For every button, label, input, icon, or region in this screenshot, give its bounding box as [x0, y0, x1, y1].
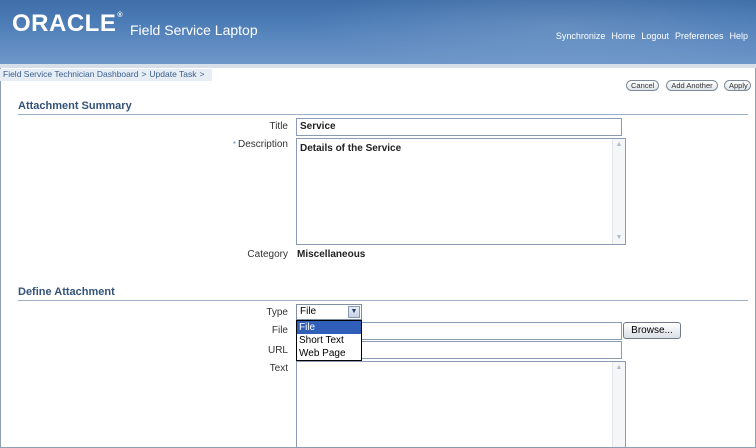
description-textarea[interactable]: Details of the Service ▲ ▼	[296, 138, 626, 245]
breadcrumb: Field Service Technician Dashboard > Updat…	[0, 69, 212, 81]
breadcrumb-dashboard[interactable]: Field Service Technician Dashboard	[3, 69, 138, 79]
apply-button[interactable]: Apply	[724, 80, 751, 91]
description-text: Details of the Service	[300, 143, 402, 154]
logout-link[interactable]: Logout	[641, 31, 669, 41]
text-scrollbar[interactable]: ▲	[612, 362, 625, 447]
breadcrumb-separator: >	[199, 69, 205, 79]
type-select-value: File	[300, 306, 317, 317]
breadcrumb-update-task[interactable]: Update Task	[149, 69, 196, 79]
url-label: URL	[267, 345, 288, 356]
scroll-down-icon[interactable]: ▼	[615, 234, 623, 242]
chevron-down-icon[interactable]: ▼	[348, 306, 360, 318]
type-option-web-page[interactable]: Web Page	[297, 347, 361, 360]
type-dropdown-list: File Short Text Web Page	[296, 320, 362, 361]
scroll-up-icon[interactable]: ▲	[615, 364, 623, 372]
type-option-file[interactable]: File	[297, 321, 361, 334]
title-input[interactable]: Service	[296, 118, 622, 136]
home-link[interactable]: Home	[611, 31, 635, 41]
type-option-short-text[interactable]: Short Text	[297, 334, 361, 347]
text-label: Text	[269, 363, 288, 374]
define-attachment-heading: Define Attachment	[18, 286, 115, 298]
type-select[interactable]: File ▼	[296, 304, 362, 320]
type-label: Type	[266, 307, 288, 318]
add-another-button[interactable]: Add Another	[666, 80, 718, 91]
category-label: Category	[247, 249, 288, 260]
header-banner: ORACLE® Field Service Laptop Synchronize…	[0, 0, 756, 64]
scroll-up-icon[interactable]: ▲	[615, 141, 623, 149]
breadcrumb-separator: >	[141, 69, 147, 79]
description-scrollbar[interactable]: ▲ ▼	[612, 139, 625, 244]
file-label: File	[271, 325, 288, 336]
cancel-button[interactable]: Cancel	[626, 80, 659, 91]
preferences-link[interactable]: Preferences	[675, 31, 724, 41]
help-link[interactable]: Help	[729, 31, 748, 41]
text-textarea[interactable]: ▲	[296, 361, 626, 448]
banner-divider	[0, 64, 756, 68]
oracle-logo: ORACLE®	[12, 10, 124, 37]
attachment-summary-heading: Attachment Summary	[18, 100, 132, 112]
section-divider	[18, 114, 748, 115]
synchronize-link[interactable]: Synchronize	[556, 31, 606, 41]
global-nav: Synchronize Home Logout Preferences Help	[556, 31, 748, 41]
description-label-wrap: * Description	[148, 139, 288, 150]
category-value: Miscellaneous	[297, 249, 366, 260]
required-icon: *	[232, 140, 236, 149]
app-title: Field Service Laptop	[130, 22, 258, 38]
section-divider	[18, 300, 748, 301]
browse-button[interactable]: Browse...	[623, 322, 681, 339]
title-label: Title	[269, 121, 288, 132]
description-label: Description	[237, 139, 288, 150]
